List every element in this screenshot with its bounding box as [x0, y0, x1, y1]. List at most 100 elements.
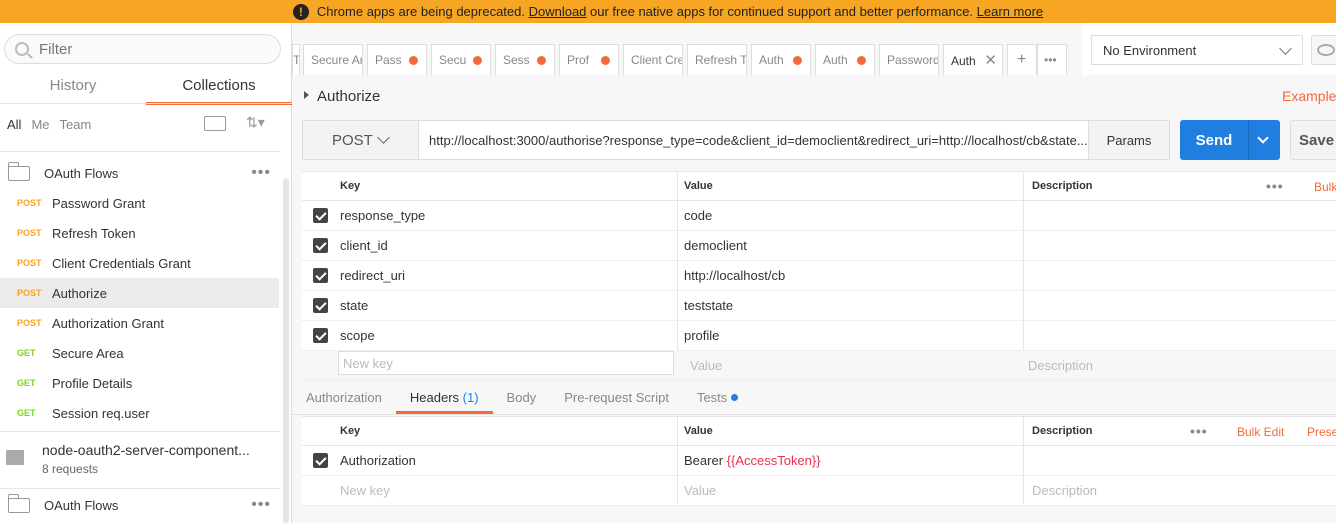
- folder-oauth-flows[interactable]: OAuth Flows •••: [0, 158, 279, 188]
- row-checkbox[interactable]: [313, 328, 328, 343]
- sort-icon[interactable]: ⇅▾: [246, 114, 265, 131]
- tab-body[interactable]: Body: [493, 382, 551, 414]
- folder-oauth-flows-2[interactable]: OAuth Flows •••: [0, 490, 279, 520]
- request-item[interactable]: GET Session req.user: [0, 398, 279, 428]
- filter-input[interactable]: [39, 40, 239, 58]
- more-icon[interactable]: •••: [251, 164, 271, 182]
- request-tab[interactable]: Pass: [367, 44, 427, 75]
- examples-link[interactable]: Examples: [1282, 88, 1336, 104]
- row-checkbox[interactable]: [313, 298, 328, 313]
- learn-more-link[interactable]: Learn more: [977, 4, 1043, 19]
- request-tab[interactable]: Auth: [815, 44, 875, 75]
- header-key[interactable]: Authorization: [332, 446, 678, 475]
- request-tab[interactable]: Auth: [751, 44, 811, 75]
- url-input[interactable]: http://localhost:3000/authorise?response…: [419, 121, 1088, 159]
- param-description[interactable]: [1024, 321, 1336, 350]
- new-value-input[interactable]: Value: [674, 351, 1020, 380]
- request-tab[interactable]: Secu: [431, 44, 491, 75]
- new-tab-button[interactable]: +: [1007, 44, 1037, 75]
- request-tab[interactable]: Prof: [559, 44, 619, 75]
- environment-select[interactable]: No Environment: [1091, 35, 1303, 65]
- chevron-down-icon[interactable]: [1257, 132, 1269, 144]
- tab-headers[interactable]: Headers (1): [395, 382, 493, 414]
- row-checkbox[interactable]: [313, 238, 328, 253]
- more-tabs-icon[interactable]: •••: [1037, 44, 1067, 75]
- request-tab[interactable]: Client Cre: [623, 44, 683, 75]
- caret-right-icon: [304, 91, 309, 99]
- more-icon[interactable]: •••: [1266, 178, 1284, 194]
- request-tab-active[interactable]: Auth ✕: [943, 44, 1003, 76]
- download-link[interactable]: Download: [529, 4, 587, 19]
- eye-icon: [1317, 44, 1335, 56]
- tab-authorization[interactable]: Authorization: [292, 382, 396, 414]
- param-description[interactable]: [1024, 291, 1336, 320]
- param-key[interactable]: redirect_uri: [332, 261, 678, 290]
- tab-collections[interactable]: Collections: [146, 71, 292, 105]
- new-description-input[interactable]: Description: [1024, 476, 1336, 505]
- close-icon[interactable]: ✕: [984, 51, 997, 69]
- row-checkbox[interactable]: [313, 208, 328, 223]
- request-item[interactable]: POST Password Grant: [0, 188, 279, 218]
- header-description[interactable]: [1024, 446, 1336, 475]
- filter-all[interactable]: All: [7, 117, 21, 132]
- sidebar-scrollbar[interactable]: [283, 178, 289, 523]
- param-description[interactable]: [1024, 201, 1336, 230]
- param-key[interactable]: client_id: [332, 231, 678, 260]
- request-tab[interactable]: Password: [879, 44, 939, 75]
- request-item[interactable]: GET Secure Area: [0, 338, 279, 368]
- param-key[interactable]: scope: [332, 321, 678, 350]
- request-tab[interactable]: Sess: [495, 44, 555, 75]
- method-select[interactable]: POST: [303, 121, 419, 159]
- new-collection-icon[interactable]: [204, 116, 226, 131]
- request-name[interactable]: Authorize: [304, 88, 380, 105]
- param-key[interactable]: response_type: [332, 201, 678, 230]
- request-tab[interactable]: Tc: [292, 44, 300, 75]
- param-value[interactable]: http://localhost/cb: [678, 261, 1024, 290]
- unsaved-dot-icon: [601, 56, 610, 65]
- request-item-selected[interactable]: POST Authorize: [0, 278, 279, 308]
- filter-me[interactable]: Me: [31, 117, 49, 132]
- filter-field[interactable]: [4, 34, 281, 64]
- param-value[interactable]: profile: [678, 321, 1024, 350]
- param-description[interactable]: [1024, 231, 1336, 260]
- row-checkbox[interactable]: [313, 453, 328, 468]
- request-tab[interactable]: Secure Arc: [303, 44, 363, 75]
- send-button[interactable]: Send: [1180, 120, 1280, 160]
- param-description[interactable]: [1024, 261, 1336, 290]
- bulk-edit-link[interactable]: Bulk Edit: [1237, 425, 1284, 439]
- table-row: state teststate: [302, 291, 1336, 321]
- new-value-input[interactable]: Value: [678, 476, 1024, 505]
- request-item[interactable]: POST Refresh Token: [0, 218, 279, 248]
- save-button[interactable]: Save: [1290, 120, 1336, 160]
- collection-item[interactable]: node-oauth2-server-component... 8 reques…: [0, 437, 279, 481]
- new-key-input[interactable]: New key: [338, 351, 674, 375]
- tab-tests[interactable]: Tests: [683, 382, 752, 414]
- more-icon[interactable]: •••: [251, 496, 271, 514]
- header-value[interactable]: Bearer {{AccessToken}}: [678, 446, 1024, 475]
- request-tab[interactable]: Refresh Tc: [687, 44, 747, 75]
- environment-quick-look-button[interactable]: [1311, 35, 1336, 65]
- request-item[interactable]: POST Authorization Grant: [0, 308, 279, 338]
- bulk-edit-link[interactable]: Bulk: [1314, 180, 1336, 194]
- request-label: Session req.user: [52, 405, 150, 421]
- request-item[interactable]: POST Client Credentials Grant: [0, 248, 279, 278]
- param-value[interactable]: democlient: [678, 231, 1024, 260]
- row-checkbox[interactable]: [313, 268, 328, 283]
- new-header-row: New key Value Description: [302, 476, 1336, 506]
- presets-link[interactable]: Prese: [1307, 425, 1336, 439]
- params-button[interactable]: Params: [1088, 121, 1169, 159]
- tab-history[interactable]: History: [0, 71, 146, 105]
- more-icon[interactable]: •••: [1190, 423, 1208, 439]
- new-key-input[interactable]: New key: [332, 476, 678, 505]
- param-value[interactable]: code: [678, 201, 1024, 230]
- tab-pre-request-script[interactable]: Pre-request Script: [550, 382, 683, 414]
- banner-text-2: our free native apps for continued suppo…: [586, 4, 977, 19]
- new-description-input[interactable]: Description: [1020, 351, 1093, 380]
- filter-team[interactable]: Team: [60, 117, 92, 132]
- table-row: client_id democlient: [302, 231, 1336, 261]
- request-item[interactable]: GET Profile Details: [0, 368, 279, 398]
- param-key[interactable]: state: [332, 291, 678, 320]
- param-value[interactable]: teststate: [678, 291, 1024, 320]
- environment-label: No Environment: [1103, 42, 1197, 58]
- unsaved-dot-icon: [857, 56, 866, 65]
